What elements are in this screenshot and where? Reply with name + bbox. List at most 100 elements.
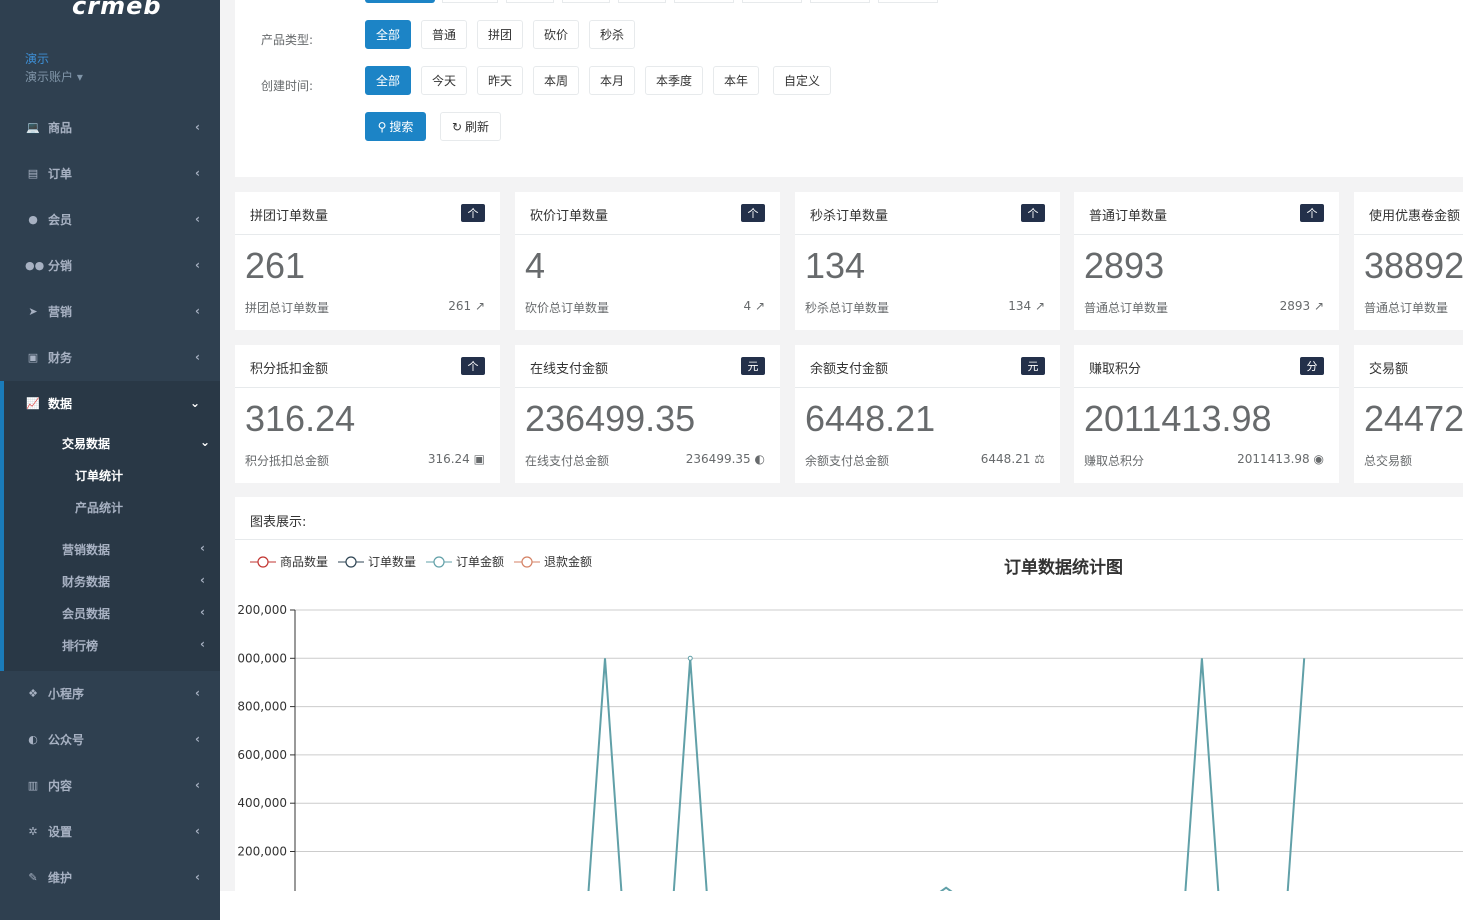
product-type-bargain[interactable]: 砍价 bbox=[533, 20, 579, 49]
sidebar-item-label: 分销 bbox=[48, 258, 73, 273]
balance-scale-icon: ⚖ bbox=[1034, 452, 1045, 466]
scrolled-filter-button[interactable] bbox=[562, 0, 610, 3]
divider bbox=[795, 387, 1060, 388]
submenu-trade-data[interactable]: 交易数据 ⌄ bbox=[62, 435, 212, 452]
sidebar-item-orders[interactable]: ▤ 订单 ‹ bbox=[0, 150, 220, 196]
product-type-all[interactable]: 全部 bbox=[365, 20, 411, 49]
data-point[interactable] bbox=[687, 655, 693, 661]
stat-card-value: 134 bbox=[805, 245, 866, 286]
sidebar-item-members[interactable]: ● 会员 ‹ bbox=[0, 196, 220, 242]
stat-card-footer-number: 316.24 bbox=[427, 452, 470, 466]
sidebar-item-miniprogram[interactable]: ❖ 小程序 ‹ bbox=[0, 670, 220, 716]
stat-card-footer-number: 261 bbox=[448, 299, 472, 313]
product-type-normal[interactable]: 普通 bbox=[421, 20, 467, 49]
line-chart-icon: ↗ bbox=[1034, 299, 1045, 313]
file-icon: ▤ bbox=[27, 166, 39, 180]
money-icon: ▣ bbox=[473, 452, 485, 466]
refresh-button[interactable]: ↻ 刷新 bbox=[440, 112, 501, 141]
stat-card: 余额支付金额 元 6448.21 余额支付总金额 6448.21 ⚖ bbox=[795, 345, 1060, 483]
sidebar-item-maintenance[interactable]: ✎ 维护 ‹ bbox=[0, 854, 220, 900]
submenu-member-data[interactable]: 会员数据 ‹ bbox=[62, 605, 212, 622]
created-custom[interactable]: 自定义 bbox=[773, 66, 831, 95]
sidebar-item-content[interactable]: ▥ 内容 ‹ bbox=[0, 762, 220, 808]
eye-icon: ◉ bbox=[1313, 452, 1324, 466]
sidebar-item-settings[interactable]: ✲ 设置 ‹ bbox=[0, 808, 220, 854]
created-this-quarter[interactable]: 本季度 bbox=[645, 66, 703, 95]
sidebar-item-wechat[interactable]: ◐ 公众号 ‹ bbox=[0, 716, 220, 762]
submenu-label: 交易数据 bbox=[62, 437, 111, 451]
created-this-week[interactable]: 本周 bbox=[533, 66, 579, 95]
sidebar-item-goods[interactable]: 💻 商品 ‹ bbox=[0, 104, 220, 150]
sidebar-item-label: 财务 bbox=[48, 350, 73, 365]
money-icon: ▣ bbox=[27, 350, 39, 364]
profile-name[interactable]: 演示 bbox=[25, 50, 49, 67]
stat-card-footer-number: 134 bbox=[1008, 299, 1032, 313]
chevron-left-icon: ‹ bbox=[195, 212, 200, 226]
stat-card-title: 积分抵扣金额 bbox=[250, 362, 329, 377]
stat-card: 普通订单数量 个 2893 普通总订单数量 2893 ↗ bbox=[1074, 192, 1339, 330]
stat-card: 使用优惠卷金额 38892 普通总订单数量 bbox=[1354, 192, 1463, 330]
scrolled-filter-button[interactable] bbox=[810, 0, 870, 3]
stat-card-footer-value: 316.24 ▣ bbox=[428, 452, 485, 466]
divider bbox=[1354, 387, 1463, 388]
stat-card-footer-label: 普通总订单数量 bbox=[1364, 301, 1449, 315]
created-all[interactable]: 全部 bbox=[365, 66, 411, 95]
scrolled-filter-button[interactable] bbox=[618, 0, 666, 3]
chevron-left-icon: ‹ bbox=[195, 870, 200, 884]
sidebar-item-finance[interactable]: ▣ 财务 ‹ bbox=[0, 334, 220, 380]
stat-card-value: 236499.35 bbox=[525, 398, 696, 439]
stat-card-title: 赚取积分 bbox=[1089, 362, 1142, 377]
main-content: 产品类型: 全部 普通 拼团 砍价 秒杀 创建时间: 全部 今天 昨天 本周 本… bbox=[220, 0, 1463, 920]
app-logo[interactable]: crmeb bbox=[72, 0, 162, 20]
sidebar-item-label: 会员 bbox=[48, 212, 73, 227]
line-chart-icon: ↗ bbox=[1313, 299, 1324, 313]
sidebar-item-marketing[interactable]: ➤ 营销 ‹ bbox=[0, 288, 220, 334]
sidebar-item-label: 数据 bbox=[48, 396, 73, 411]
divider bbox=[1354, 234, 1463, 235]
stat-card: 交易额 24472 总交易额 bbox=[1354, 345, 1463, 483]
scrolled-filter-button[interactable] bbox=[365, 0, 435, 3]
submenu-order-stats[interactable]: 订单统计 bbox=[75, 467, 123, 484]
stat-card-footer-label: 赚取总积分 bbox=[1084, 454, 1145, 468]
stat-card: 秒杀订单数量 个 134 秒杀总订单数量 134 ↗ bbox=[795, 192, 1060, 330]
stat-card-value: 261 bbox=[245, 245, 306, 286]
profile-role-dropdown[interactable]: 演示账户 ▾ bbox=[25, 68, 83, 85]
chevron-left-icon: ‹ bbox=[195, 778, 200, 792]
scrolled-filter-button[interactable] bbox=[674, 0, 734, 3]
created-this-year[interactable]: 本年 bbox=[713, 66, 759, 95]
chevron-down-icon: ⌄ bbox=[200, 435, 211, 449]
stat-card: 拼团订单数量 个 261 拼团总订单数量 261 ↗ bbox=[235, 192, 500, 330]
y-tick-label: 800,000 bbox=[237, 700, 287, 714]
line-chart-icon: ↗ bbox=[754, 299, 765, 313]
submenu-ranking[interactable]: 排行榜 ‹ bbox=[62, 637, 212, 654]
product-type-group[interactable]: 拼团 bbox=[477, 20, 523, 49]
submenu-product-stats[interactable]: 产品统计 bbox=[75, 499, 123, 516]
filter-panel: 产品类型: 全部 普通 拼团 砍价 秒杀 创建时间: 全部 今天 昨天 本周 本… bbox=[235, 0, 1463, 177]
sidebar-item-distribution[interactable]: ●● 分销 ‹ bbox=[0, 242, 220, 288]
created-this-month[interactable]: 本月 bbox=[589, 66, 635, 95]
y-tick-label: 400,000 bbox=[237, 796, 287, 810]
submenu-marketing-data[interactable]: 营销数据 ‹ bbox=[62, 541, 212, 558]
chevron-left-icon: ‹ bbox=[200, 605, 205, 619]
stat-card-title: 在线支付金额 bbox=[530, 362, 609, 377]
product-type-seckill[interactable]: 秒杀 bbox=[589, 20, 635, 49]
refresh-button-label: 刷新 bbox=[465, 120, 490, 134]
series-line-order-amount bbox=[587, 658, 1306, 891]
created-yesterday[interactable]: 昨天 bbox=[477, 66, 523, 95]
stat-card-value: 316.24 bbox=[245, 398, 356, 439]
scrolled-filter-button[interactable] bbox=[742, 0, 802, 3]
search-button[interactable]: ⚲ 搜索 bbox=[365, 112, 426, 141]
stat-card-footer-number: 236499.35 bbox=[685, 452, 751, 466]
divider bbox=[515, 387, 780, 388]
sidebar-item-data[interactable]: 📈 数据 ⌄ bbox=[0, 380, 220, 426]
divider bbox=[1074, 387, 1339, 388]
scrolled-filter-button[interactable] bbox=[878, 0, 938, 3]
stat-card-title: 余额支付金额 bbox=[810, 362, 889, 377]
stat-card-footer-label: 余额支付总金额 bbox=[805, 454, 890, 468]
scrolled-filter-button[interactable] bbox=[442, 0, 498, 3]
created-time-label: 创建时间: bbox=[261, 79, 314, 93]
submenu-finance-data[interactable]: 财务数据 ‹ bbox=[62, 573, 212, 590]
stat-card-badge: 个 bbox=[1021, 204, 1045, 222]
scrolled-filter-button[interactable] bbox=[506, 0, 554, 3]
created-today[interactable]: 今天 bbox=[421, 66, 467, 95]
